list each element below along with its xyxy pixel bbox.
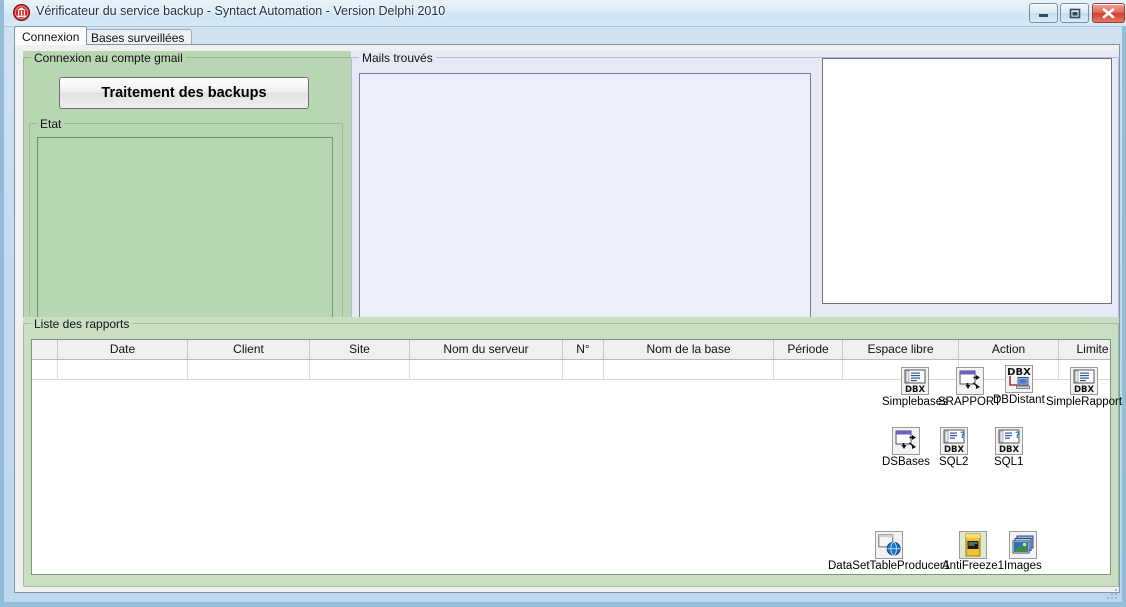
svg-text:DBX: DBX: [944, 445, 965, 454]
grid-column-header[interactable]: Nom de la base: [604, 340, 774, 359]
window-title: Vérificateur du service backup - Syntact…: [36, 4, 446, 18]
grid-column-header[interactable]: Période: [774, 340, 843, 359]
component-sql2[interactable]: ? DBX SQL2: [939, 427, 968, 468]
tab-bases-surveillees[interactable]: Bases surveillées: [83, 29, 193, 45]
close-button[interactable]: [1092, 3, 1125, 23]
component-label: SimpleRapport: [1046, 396, 1123, 408]
svg-text:?: ?: [1015, 431, 1020, 441]
bank-building-icon: [13, 4, 30, 21]
component-dbdistant[interactable]: DBX DBDistant: [993, 365, 1045, 406]
component-simplerapport[interactable]: DBX SimpleRapport: [1046, 367, 1122, 408]
grid-header-row: Date Client Site Nom du serveur N° Nom de la …: [32, 340, 1110, 360]
images-icon: [1008, 531, 1037, 559]
component-label: SQL1: [994, 456, 1024, 468]
grid-cell[interactable]: [410, 360, 563, 379]
maximize-button[interactable]: [1060, 3, 1089, 23]
application-window: Vérificateur du service backup - Syntact…: [0, 0, 1126, 607]
component-images[interactable]: Images: [1004, 531, 1042, 572]
grid-column-header[interactable]: N°: [563, 340, 604, 359]
gmail-connection-group: Connexion au compte gmail Traitement des…: [23, 51, 353, 361]
grid-cell[interactable]: [563, 360, 604, 379]
tab-page-connexion: Connexion au compte gmail Traitement des…: [14, 44, 1122, 593]
grid-cell[interactable]: [310, 360, 410, 379]
grid-column-header[interactable]: [32, 340, 58, 359]
mail-content-memo[interactable]: [822, 58, 1112, 304]
component-label: DSBases: [882, 456, 930, 468]
component-datasettableproducer1[interactable]: DataSetTableProducer1: [828, 531, 950, 572]
grid-column-header[interactable]: Action: [959, 340, 1059, 359]
grid-cell[interactable]: [58, 360, 188, 379]
grid-column-header[interactable]: Limite: [1059, 340, 1110, 359]
dbx-dataset-icon: DBX: [1070, 367, 1099, 395]
svg-text:?: ?: [960, 431, 965, 441]
component-dsbases[interactable]: DSBases: [882, 427, 930, 468]
grid-column-header[interactable]: Espace libre: [843, 340, 959, 359]
mails-list-memo[interactable]: [359, 73, 811, 319]
dbx-query-icon: ? DBX: [994, 427, 1023, 455]
minimize-button[interactable]: [1029, 3, 1058, 23]
component-antifreeze1[interactable]: AntiFreeze1: [942, 531, 1004, 572]
svg-text:DBX: DBX: [1074, 385, 1095, 394]
gmail-connection-caption: Connexion au compte gmail: [31, 51, 186, 65]
dbx-dataset-icon: DBX: [900, 367, 929, 395]
dbx-query-icon: ? DBX: [939, 427, 968, 455]
svg-text:DBX: DBX: [905, 385, 926, 394]
tab-connexion[interactable]: Connexion: [14, 26, 88, 45]
grid-column-header[interactable]: Nom du serveur: [410, 340, 563, 359]
traitement-des-backups-button[interactable]: Traitement des backups: [59, 77, 309, 109]
datasource-icon: [955, 367, 984, 395]
component-label: Images: [1004, 560, 1042, 572]
liste-des-rapports-caption: Liste des rapports: [31, 317, 133, 331]
title-bar: Vérificateur du service backup - Syntact…: [4, 0, 1126, 27]
component-label: SQL2: [939, 456, 969, 468]
datasource-icon: [891, 427, 920, 455]
dbx-connection-icon: DBX: [1004, 365, 1033, 393]
component-srapport[interactable]: SRAPPORT: [938, 367, 1001, 408]
component-label: AntiFreeze1: [942, 560, 1005, 572]
component-label: SRAPPORT: [938, 396, 1002, 408]
svg-text:DBX: DBX: [999, 445, 1020, 454]
grid-cell[interactable]: [32, 360, 58, 379]
etat-caption: Etat: [37, 117, 65, 131]
resize-grip[interactable]: [1105, 587, 1119, 601]
component-sql1[interactable]: ? DBX SQL1: [994, 427, 1023, 468]
grid-cell[interactable]: [604, 360, 774, 379]
grid-cell[interactable]: [188, 360, 310, 379]
dataset-table-producer-icon: [875, 531, 904, 559]
antifreeze-icon: [959, 531, 987, 559]
grid-column-header[interactable]: Site: [310, 340, 410, 359]
grid-column-header[interactable]: Client: [188, 340, 310, 359]
grid-column-header[interactable]: Date: [58, 340, 188, 359]
grid-cell[interactable]: [774, 360, 843, 379]
tab-strip: Connexion Bases surveillées: [14, 26, 1120, 45]
etat-memo[interactable]: [37, 137, 333, 343]
component-label: DataSetTableProducer1: [828, 560, 951, 572]
mails-trouves-group: Mails trouvés: [351, 51, 1119, 361]
component-label: DBDistant: [993, 394, 1045, 406]
mails-trouves-caption: Mails trouvés: [359, 51, 436, 65]
